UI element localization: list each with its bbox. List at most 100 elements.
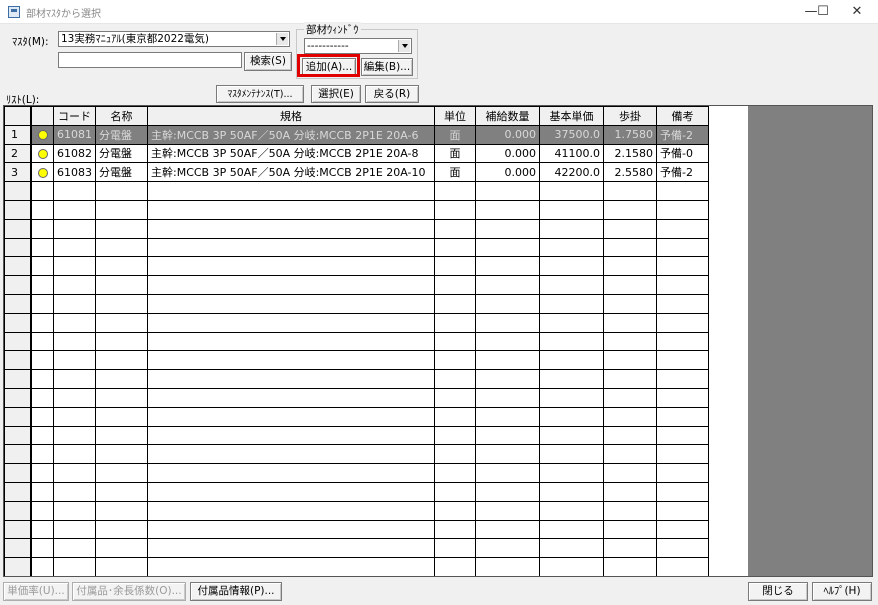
column-header-name[interactable]: 名称 [95, 106, 148, 126]
empty-cell [4, 237, 32, 258]
empty-cell [434, 406, 476, 427]
empty-cell [539, 406, 604, 427]
cell-base-price: 42200.0 [539, 162, 604, 183]
cell-spec: 主幹:MCCB 3P 50AF／50A 分岐:MCCB 2P1E 20A-8 [147, 143, 435, 164]
column-header-supply-qty[interactable]: 補給数量 [475, 106, 540, 126]
empty-table-row [4, 293, 709, 314]
empty-cell [31, 218, 54, 239]
empty-cell [147, 199, 435, 220]
empty-cell [475, 425, 540, 446]
empty-cell [4, 406, 32, 427]
master-label: ﾏｽﾀ(M): [12, 36, 49, 48]
status-dot-icon [37, 130, 48, 141]
help-button[interactable]: ﾍﾙﾌﾟ(H) [812, 582, 872, 601]
empty-cell [147, 293, 435, 314]
empty-cell [656, 557, 709, 576]
empty-cell [539, 312, 604, 333]
empty-cell [475, 500, 540, 521]
empty-cell [656, 481, 709, 502]
search-button[interactable]: 検索(S) [244, 52, 292, 71]
window-title: 部材ﾏｽﾀから選択 [26, 9, 101, 20]
empty-cell [95, 275, 148, 295]
cell-unit: 面 [434, 124, 476, 145]
cell-name: 分電盤 [95, 124, 148, 145]
empty-cell [31, 500, 54, 521]
table-header-row: コード 名称 規格 単位 補給数量 基本単価 歩掛 備考 [4, 106, 709, 126]
master-combo[interactable]: 13実務ﾏﾆｭｱﾙ(東京都2022電気) [58, 31, 290, 47]
empty-cell [539, 256, 604, 277]
cell-name: 分電盤 [95, 143, 148, 164]
empty-cell [539, 237, 604, 258]
grid-fixed-column-divider [30, 106, 32, 576]
empty-cell [656, 387, 709, 408]
unit-price-rate-button[interactable]: 単価率(U)... [3, 582, 69, 601]
empty-cell [53, 500, 96, 521]
master-maintenance-button[interactable]: ﾏｽﾀﾒﾝﾃﾅﾝｽ(T)... [216, 85, 304, 103]
empty-cell [475, 350, 540, 371]
empty-cell [147, 256, 435, 277]
table-row[interactable]: 3 61083 分電盤 主幹:MCCB 3P 50AF／50A 分岐:MCCB … [4, 162, 709, 183]
empty-cell [656, 218, 709, 239]
edit-button[interactable]: 編集(B)... [361, 58, 413, 76]
empty-cell [4, 275, 32, 295]
empty-cell [434, 237, 476, 258]
chevron-down-icon[interactable] [398, 40, 410, 52]
status-cell [31, 143, 54, 164]
empty-cell [475, 369, 540, 389]
empty-cell [656, 350, 709, 371]
empty-cell [95, 406, 148, 427]
empty-cell [603, 293, 657, 314]
empty-cell [475, 199, 540, 220]
cell-code: 61083 [53, 162, 96, 183]
column-header-code[interactable]: コード [53, 106, 96, 126]
empty-cell [53, 406, 96, 427]
select-button[interactable]: 選択(E) [311, 85, 361, 103]
column-header-unit[interactable]: 単位 [434, 106, 476, 126]
empty-cell [475, 538, 540, 559]
empty-table-row [4, 425, 709, 446]
empty-cell [31, 519, 54, 540]
chevron-down-icon[interactable] [276, 33, 288, 45]
empty-cell [95, 500, 148, 521]
search-input[interactable] [58, 52, 242, 68]
empty-cell [434, 181, 476, 201]
accessory-info-button[interactable]: 付属品情報(P)... [190, 582, 282, 601]
empty-cell [31, 256, 54, 277]
column-header-labor-rate[interactable]: 歩掛 [603, 106, 657, 126]
column-header-base-price[interactable]: 基本単価 [539, 106, 604, 126]
empty-cell [539, 350, 604, 371]
empty-cell [475, 331, 540, 352]
empty-cell [95, 369, 148, 389]
status-cell [31, 162, 54, 183]
empty-table-row [4, 256, 709, 277]
empty-cell [539, 481, 604, 502]
empty-cell [95, 463, 148, 483]
empty-cell [4, 538, 32, 559]
empty-cell [95, 312, 148, 333]
parts-window-combo[interactable]: ----------- [304, 38, 412, 54]
table-row[interactable]: 2 61082 分電盤 主幹:MCCB 3P 50AF／50A 分岐:MCCB … [4, 143, 709, 164]
back-button[interactable]: 戻る(R) [365, 85, 419, 103]
empty-cell [95, 557, 148, 576]
maximize-button[interactable]: ☐ [802, 0, 844, 24]
empty-cell [4, 369, 32, 389]
empty-table-row [4, 444, 709, 465]
column-header-note[interactable]: 備考 [656, 106, 709, 126]
parts-window-group-label: 部材ｳｨﾝﾄﾞｳ [304, 22, 361, 37]
empty-cell [434, 256, 476, 277]
close-button[interactable]: 閉じる [748, 582, 808, 601]
empty-cell [603, 481, 657, 502]
empty-cell [539, 463, 604, 483]
column-header-spec[interactable]: 規格 [147, 106, 435, 126]
empty-cell [53, 519, 96, 540]
empty-table-row [4, 557, 709, 576]
cell-base-price: 41100.0 [539, 143, 604, 164]
accessory-length-factor-button[interactable]: 付属品･余長係数(O)... [72, 582, 186, 601]
empty-cell [603, 181, 657, 201]
table-row[interactable]: 1 61081 分電盤 主幹:MCCB 3P 50AF／50A 分岐:MCCB … [4, 124, 709, 145]
empty-cell [4, 425, 32, 446]
empty-cell [4, 387, 32, 408]
empty-cell [95, 293, 148, 314]
parts-list-grid[interactable]: コード 名称 規格 単位 補給数量 基本単価 歩掛 備考 1 61081 分電盤… [3, 105, 873, 577]
empty-cell [4, 350, 32, 371]
